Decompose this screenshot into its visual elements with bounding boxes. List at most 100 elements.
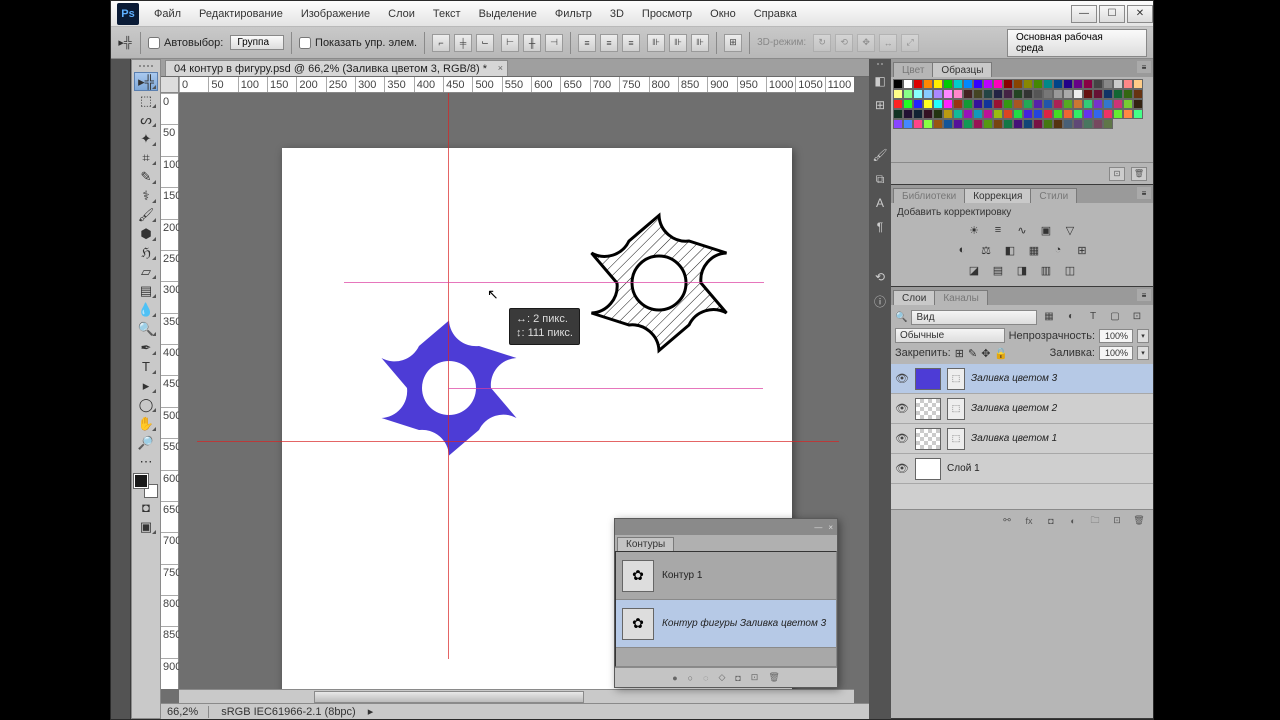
edit-toolbar[interactable]: ⋯ [134,452,158,471]
zoom-level[interactable]: 66,2% [167,706,209,718]
swatch[interactable] [1133,99,1143,109]
history-brush-tool[interactable]: ℌ [134,243,158,262]
swatch[interactable] [973,89,983,99]
menu-изображение[interactable]: Изображение [292,4,379,24]
zoom-tool[interactable]: 🔎 [134,433,158,452]
adj-threshold-icon[interactable]: ◨ [1014,262,1030,278]
panel-close-icon[interactable]: × [828,523,833,532]
panel-collapse-icon[interactable]: — [814,523,822,532]
ruler-vertical[interactable]: 0501001502002503003504004505005506006507… [161,93,179,689]
swatch[interactable] [1023,79,1033,89]
autoselect-target-select[interactable]: Группа [230,35,284,50]
swatch[interactable] [943,79,953,89]
swatch[interactable] [1093,109,1103,119]
path-row[interactable]: ✿Контур 1 [616,552,836,600]
add-mask-icon[interactable]: ◘ [735,673,740,683]
swatch[interactable] [953,89,963,99]
screenmode-toggle[interactable]: ▣ [134,517,158,536]
swatch[interactable] [1123,109,1133,119]
swatch[interactable] [1063,89,1073,99]
swatch[interactable] [993,109,1003,119]
swatch[interactable] [973,119,983,129]
layer-mask-link[interactable]: ⬚ [947,398,965,420]
guide-vertical[interactable] [448,93,449,659]
swatch[interactable] [1043,109,1053,119]
swatch[interactable] [1083,99,1093,109]
align-vcenter-icon[interactable]: ╪ [454,34,472,52]
swatch[interactable] [993,79,1003,89]
quickmask-toggle[interactable]: ◘ [134,498,158,517]
swatch[interactable] [903,99,913,109]
swatch[interactable] [1113,99,1123,109]
swatch[interactable] [943,109,953,119]
delete-swatch-icon[interactable]: 🗑 [1131,167,1147,181]
eyedropper-tool[interactable]: ✎ [134,167,158,186]
path-name[interactable]: Контур 1 [662,570,702,581]
layer-name[interactable]: Слой 1 [947,463,980,474]
autoselect-checkbox[interactable]: Автовыбор: [148,37,223,49]
toolbox-grip[interactable] [133,62,159,70]
delete-path-icon[interactable]: 🗑 [768,672,779,683]
align-right-icon[interactable]: ⊣ [545,34,563,52]
adj-mixer-icon[interactable]: ◔ [1050,242,1066,258]
swatch[interactable] [1073,119,1083,129]
menu-справка[interactable]: Справка [745,4,806,24]
statusbar-arrow-icon[interactable]: ▸ [368,705,374,718]
swatch[interactable] [973,79,983,89]
swatch[interactable] [1003,109,1013,119]
color-swatch[interactable] [134,474,158,498]
layer-row[interactable]: 👁⬚Заливка цветом 3 [891,364,1153,394]
dist-right-icon[interactable]: ⊪ [691,34,709,52]
swatch[interactable] [923,119,933,129]
swatch[interactable] [1063,109,1073,119]
tab-channels[interactable]: Каналы [934,290,988,305]
swatch[interactable] [913,119,923,129]
fill-field[interactable]: 100% [1099,346,1133,360]
tab-color[interactable]: Цвет [893,62,933,77]
swatch[interactable] [963,89,973,99]
gradient-tool[interactable]: ▤ [134,281,158,300]
swatch[interactable] [993,99,1003,109]
layer-row[interactable]: 👁⬚Заливка цветом 1 [891,424,1153,454]
delete-layer-icon[interactable]: 🗑 [1131,514,1147,528]
dock-color-icon[interactable]: ◧ [871,72,889,90]
layer-thumb[interactable] [915,458,941,480]
adj-invert-icon[interactable]: ◪ [966,262,982,278]
dodge-tool[interactable]: 🔍 [134,319,158,338]
swatch[interactable] [983,119,993,129]
swatch[interactable] [1033,119,1043,129]
filter-smart-icon[interactable]: ⊡ [1129,309,1145,323]
swatch[interactable] [1083,119,1093,129]
crop-tool[interactable]: ⌗ [134,148,158,167]
swatch[interactable] [1123,89,1133,99]
swatch[interactable] [983,99,993,109]
layer-mask-link[interactable]: ⬚ [947,428,965,450]
swatch[interactable] [1083,79,1093,89]
swatch[interactable] [1113,109,1123,119]
swatch[interactable] [1013,89,1023,99]
swatch[interactable] [1033,79,1043,89]
swatch[interactable] [1053,109,1063,119]
paths-panel[interactable]: — × Контуры ✿Контур 1✿Контур фигуры Зали… [614,518,838,688]
align-left-icon[interactable]: ⊢ [501,34,519,52]
tab-styles[interactable]: Стили [1030,188,1077,203]
swatch[interactable] [963,99,973,109]
swatch[interactable] [893,109,903,119]
swatch[interactable] [1103,109,1113,119]
dock-brush-icon[interactable]: 🖌 [871,146,889,164]
swatch[interactable] [1013,99,1023,109]
new-path-icon[interactable]: ⊡ [751,672,759,683]
visibility-icon[interactable]: 👁 [895,372,909,386]
new-swatch-icon[interactable]: ⊡ [1109,167,1125,181]
align-bottom-icon[interactable]: ⌙ [476,34,494,52]
layer-name[interactable]: Заливка цветом 2 [971,403,1057,414]
fill-path-icon[interactable]: ● [672,673,677,683]
tab-layers[interactable]: Слои [893,290,935,305]
menu-выделение[interactable]: Выделение [470,4,546,24]
swatch[interactable] [903,79,913,89]
filter-type-icon[interactable]: T [1085,309,1101,323]
filter-pixel-icon[interactable]: ▦ [1041,309,1057,323]
adj-levels-icon[interactable]: ≡ [990,222,1006,238]
swatch[interactable] [1083,109,1093,119]
workspace-select[interactable]: Основная рабочая среда [1007,29,1147,57]
